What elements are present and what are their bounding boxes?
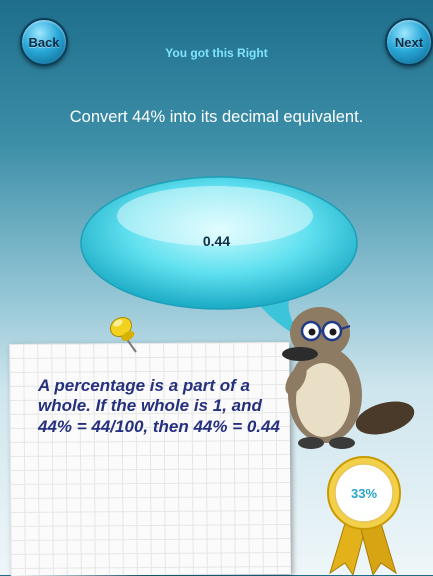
score-badge: 33% <box>350 486 378 501</box>
